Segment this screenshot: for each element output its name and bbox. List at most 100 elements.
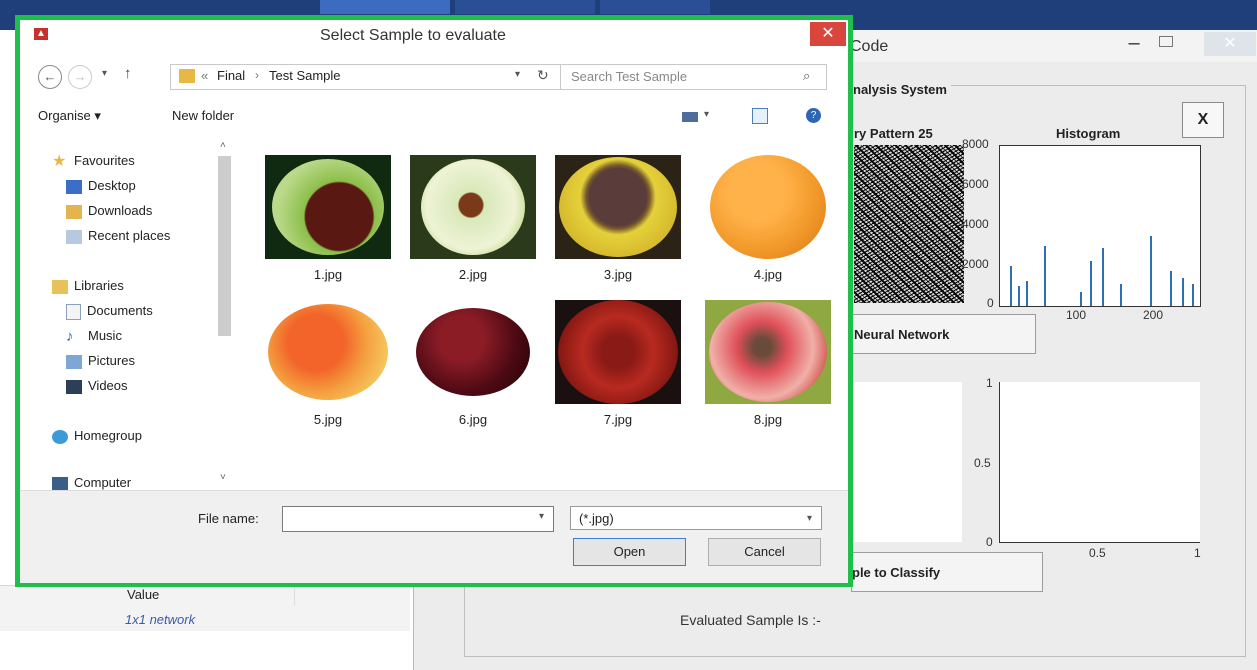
file-thumbnail — [410, 155, 536, 259]
nav-favourites-label: Favourites — [74, 153, 135, 168]
maximize-button[interactable] — [1159, 36, 1173, 47]
file-name: 1.jpg — [313, 267, 343, 282]
recent-locations-chevron-icon[interactable]: ▾ — [102, 68, 107, 79]
hist-ytick: 8000 — [962, 137, 989, 151]
panel-title: nalysis System — [849, 82, 951, 97]
nav-videos[interactable]: Videos — [66, 375, 128, 397]
app-title: Code — [850, 38, 889, 55]
file-thumbnail — [410, 300, 536, 404]
file-type-select[interactable]: (*.jpg) ▾ — [570, 506, 822, 530]
nav-recent-places[interactable]: Recent places — [66, 225, 170, 247]
file-thumbnail — [555, 155, 681, 259]
recent-places-icon — [66, 229, 82, 244]
back-arrow-icon[interactable]: ← — [38, 65, 62, 89]
scroll-down-icon[interactable]: ˅ — [220, 472, 226, 483]
workspace-value-cell[interactable]: 1x1 network — [125, 612, 195, 627]
file-name: 5.jpg — [313, 412, 343, 427]
file-thumbnail — [705, 155, 831, 259]
file-item[interactable]: 4.jpg — [705, 155, 835, 285]
libraries-icon — [52, 279, 68, 294]
up-arrow-icon[interactable]: ↑ — [124, 65, 132, 82]
nav-videos-label: Videos — [88, 378, 128, 393]
app-close-button[interactable]: ✕ — [1204, 32, 1256, 56]
search-icon[interactable]: ⌕ — [803, 68, 810, 84]
nav-favourites[interactable]: ★ Favourites — [52, 150, 135, 172]
nav-downloads-label: Downloads — [88, 203, 153, 218]
result-axes-left — [854, 382, 962, 542]
preview-pane-icon[interactable] — [752, 108, 768, 124]
pictures-icon — [66, 354, 82, 369]
value-column-header: Value — [127, 587, 160, 602]
nav-libraries-label: Libraries — [74, 278, 124, 293]
view-dropdown-icon[interactable]: ▾ — [704, 109, 709, 120]
organise-menu[interactable]: Organise ▾ — [38, 108, 101, 124]
file-name-dropdown-icon[interactable]: ▾ — [539, 511, 544, 522]
file-name: 4.jpg — [753, 267, 783, 282]
file-name: 7.jpg — [603, 412, 633, 427]
dialog-close-button[interactable]: ✕ — [810, 22, 846, 46]
file-name: 3.jpg — [603, 267, 633, 282]
address-dropdown-icon[interactable]: ▾ — [515, 69, 520, 80]
nav-downloads[interactable]: Downloads — [66, 200, 152, 222]
breadcrumb-final[interactable]: Final — [217, 68, 245, 83]
cancel-button[interactable]: Cancel — [708, 538, 821, 566]
breadcrumb-overflow[interactable]: « — [201, 68, 208, 83]
chevron-down-icon[interactable]: ▾ — [807, 507, 812, 531]
forward-arrow-icon[interactable]: → — [68, 65, 92, 89]
file-item[interactable]: 1.jpg — [265, 155, 395, 285]
file-name-input[interactable]: ▾ — [282, 506, 554, 532]
neural-network-button[interactable]: Neural Network — [851, 314, 1036, 354]
view-options-icon[interactable] — [682, 112, 698, 122]
file-list: 1.jpg 2.jpg 3.jpg 4.jpg 5.jpg 6.jpg 7.jp… — [250, 150, 845, 490]
matlab-icon: ▲ — [34, 28, 48, 40]
nav-pictures-label: Pictures — [88, 353, 135, 368]
plot-xtick: 0.5 — [1089, 546, 1106, 560]
nav-pictures[interactable]: Pictures — [66, 350, 135, 372]
search-box[interactable]: Search Test Sample ⌕ — [560, 64, 827, 90]
breadcrumb-separator: › — [255, 68, 259, 82]
hist-ytick: 6000 — [962, 177, 989, 191]
nav-documents-label: Documents — [87, 303, 153, 318]
workspace-header — [0, 585, 410, 631]
histogram-axes — [999, 145, 1201, 307]
refresh-icon[interactable]: ↻ — [537, 67, 549, 84]
hist-ytick: 2000 — [962, 257, 989, 271]
classify-button[interactable]: ple to Classify — [851, 552, 1043, 592]
nav-scrollbar-thumb[interactable] — [218, 156, 231, 336]
new-folder-button[interactable]: New folder — [172, 108, 234, 123]
plot-ytick: 0 — [986, 535, 993, 549]
exit-button[interactable]: X — [1182, 102, 1224, 138]
file-item[interactable]: 7.jpg — [555, 300, 685, 430]
nav-computer[interactable]: Computer — [52, 472, 131, 490]
nav-music[interactable]: ♪ Music — [66, 325, 122, 347]
scroll-up-icon[interactable]: ˄ — [220, 140, 226, 151]
file-name: 6.jpg — [458, 412, 488, 427]
downloads-icon — [66, 204, 82, 219]
file-thumbnail — [265, 155, 391, 259]
file-item[interactable]: 3.jpg — [555, 155, 685, 285]
file-thumbnail — [265, 300, 391, 404]
file-item[interactable]: 5.jpg — [265, 300, 395, 430]
nav-documents[interactable]: Documents — [66, 300, 153, 322]
file-type-value: (*.jpg) — [579, 511, 614, 526]
folder-icon — [179, 69, 195, 83]
nav-homegroup[interactable]: Homegroup — [52, 425, 142, 447]
dialog-bottom-bar: File name: ▾ (*.jpg) ▾ Open Cancel — [20, 490, 848, 583]
file-item[interactable]: 8.jpg — [705, 300, 835, 430]
help-icon[interactable]: ? — [806, 108, 821, 123]
file-item[interactable]: 2.jpg — [410, 155, 540, 285]
breadcrumb-test-sample[interactable]: Test Sample — [269, 68, 341, 83]
navigation-pane: ★ Favourites Desktop Downloads Recent pla… — [40, 142, 215, 490]
search-placeholder: Search Test Sample — [571, 69, 688, 84]
nav-libraries[interactable]: Libraries — [52, 275, 124, 297]
hist-xtick: 200 — [1143, 308, 1164, 322]
nav-homegroup-label: Homegroup — [74, 428, 142, 443]
open-button[interactable]: Open — [573, 538, 686, 566]
file-open-dialog: ▲ Select Sample to evaluate ✕ ← → ▾ ↑ « … — [15, 15, 853, 587]
histogram-title: Histogram — [1056, 126, 1121, 141]
documents-icon — [66, 303, 81, 320]
minimize-button[interactable]: – — [1124, 33, 1144, 54]
nav-desktop[interactable]: Desktop — [66, 175, 136, 197]
file-item[interactable]: 6.jpg — [410, 300, 540, 430]
address-bar[interactable]: « Final › Test Sample ▾ ↻ — [170, 64, 562, 90]
